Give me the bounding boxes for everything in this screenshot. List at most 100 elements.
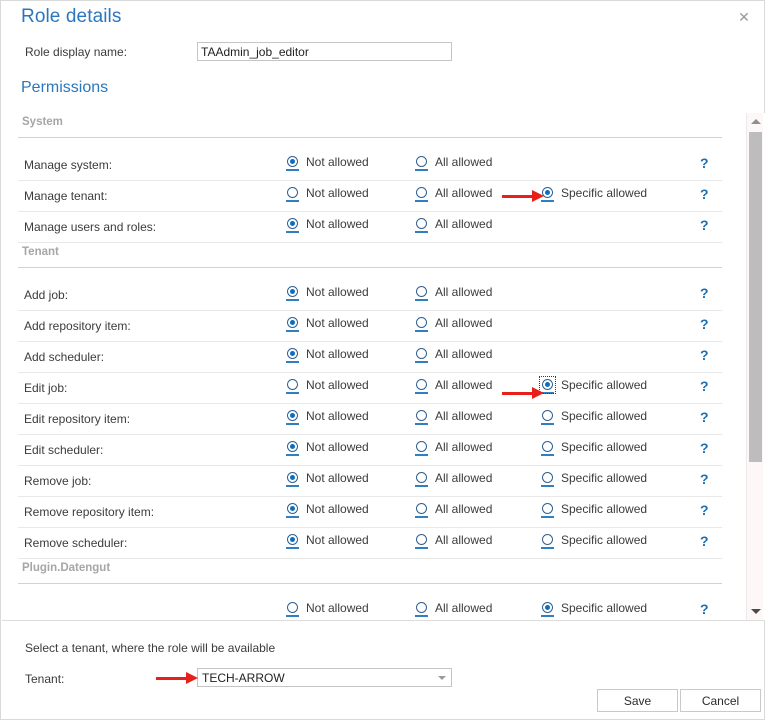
close-icon[interactable]: ✕ (722, 1, 765, 33)
permissions-scrollbar[interactable] (746, 113, 763, 620)
option-specific-allowed-radio[interactable] (541, 441, 555, 457)
option-not-allowed-radio[interactable] (286, 218, 300, 234)
option-specific-allowed[interactable]: Specific allowed (541, 503, 647, 521)
option-specific-allowed[interactable]: Specific allowed (541, 602, 647, 620)
permission-row-label: Remove job: (24, 474, 91, 488)
option-all-allowed-radio[interactable] (415, 472, 429, 488)
option-all-allowed[interactable]: All allowed (415, 602, 492, 620)
option-specific-allowed[interactable]: Specific allowed (541, 534, 647, 552)
tenant-select[interactable]: TECH-ARROW (197, 668, 452, 687)
option-not-allowed-label: Not allowed (306, 218, 369, 231)
option-not-allowed-label: Not allowed (306, 317, 369, 330)
option-all-allowed[interactable]: All allowed (415, 348, 492, 366)
option-not-allowed[interactable]: Not allowed (286, 534, 369, 552)
help-icon[interactable]: ? (700, 217, 709, 233)
permissions-scroll-region: SystemManage system:Not allowedAll allow… (2, 113, 765, 620)
permission-row-label: Edit job: (24, 381, 67, 395)
option-all-allowed[interactable]: All allowed (415, 534, 492, 552)
permission-row-label: Manage users and roles: (24, 220, 156, 234)
scrollbar-thumb[interactable] (749, 132, 762, 462)
option-specific-allowed[interactable]: Specific allowed (541, 441, 647, 459)
option-specific-allowed-radio[interactable] (541, 534, 555, 550)
option-not-allowed[interactable]: Not allowed (286, 441, 369, 459)
option-not-allowed[interactable]: Not allowed (286, 379, 369, 397)
option-all-allowed-radio[interactable] (415, 441, 429, 457)
help-icon[interactable]: ? (700, 409, 709, 425)
option-all-allowed[interactable]: All allowed (415, 379, 492, 397)
option-specific-allowed[interactable]: Specific allowed (541, 410, 647, 428)
option-not-allowed[interactable]: Not allowed (286, 156, 369, 174)
option-specific-allowed-label: Specific allowed (561, 410, 647, 423)
option-all-allowed-radio[interactable] (415, 534, 429, 550)
option-specific-allowed-radio[interactable] (541, 187, 555, 203)
help-icon[interactable]: ? (700, 378, 709, 394)
option-not-allowed-radio[interactable] (286, 410, 300, 426)
option-all-allowed[interactable]: All allowed (415, 156, 492, 174)
option-all-allowed-radio[interactable] (415, 156, 429, 172)
option-not-allowed[interactable]: Not allowed (286, 503, 369, 521)
option-not-allowed-radio[interactable] (286, 441, 300, 457)
option-not-allowed[interactable]: Not allowed (286, 218, 369, 236)
scroll-up-arrow-icon[interactable] (747, 113, 764, 130)
option-not-allowed-radio[interactable] (286, 317, 300, 333)
cancel-button[interactable]: Cancel (680, 689, 761, 712)
option-not-allowed[interactable]: Not allowed (286, 348, 369, 366)
scroll-down-arrow-icon[interactable] (747, 603, 764, 620)
option-specific-allowed[interactable]: Specific allowed (541, 379, 647, 397)
option-all-allowed[interactable]: All allowed (415, 472, 492, 490)
option-all-allowed-radio[interactable] (415, 348, 429, 364)
option-not-allowed-radio[interactable] (286, 503, 300, 519)
option-not-allowed[interactable]: Not allowed (286, 410, 369, 428)
option-all-allowed[interactable]: All allowed (415, 410, 492, 428)
option-not-allowed-radio[interactable] (286, 379, 300, 395)
option-not-allowed-radio[interactable] (286, 602, 300, 618)
help-icon[interactable]: ? (700, 502, 709, 518)
section-header-label: Plugin.Datengut (22, 562, 110, 574)
option-all-allowed[interactable]: All allowed (415, 218, 492, 236)
option-all-allowed-label: All allowed (435, 317, 492, 330)
option-all-allowed[interactable]: All allowed (415, 187, 492, 205)
option-all-allowed[interactable]: All allowed (415, 441, 492, 459)
help-icon[interactable]: ? (700, 440, 709, 456)
option-all-allowed-label: All allowed (435, 348, 492, 361)
option-not-allowed-radio[interactable] (286, 472, 300, 488)
help-icon[interactable]: ? (700, 186, 709, 202)
option-specific-allowed[interactable]: Specific allowed (541, 472, 647, 490)
option-not-allowed[interactable]: Not allowed (286, 472, 369, 490)
option-all-allowed-radio[interactable] (415, 286, 429, 302)
option-all-allowed-radio[interactable] (415, 602, 429, 618)
option-all-allowed-radio[interactable] (415, 503, 429, 519)
option-specific-allowed[interactable]: Specific allowed (541, 187, 647, 205)
help-icon[interactable]: ? (700, 471, 709, 487)
option-not-allowed-radio[interactable] (286, 348, 300, 364)
option-specific-allowed-radio[interactable] (541, 472, 555, 488)
option-not-allowed-radio[interactable] (286, 187, 300, 203)
role-display-name-input[interactable] (197, 42, 452, 61)
save-button[interactable]: Save (597, 689, 678, 712)
option-specific-allowed-radio[interactable] (541, 602, 555, 618)
option-specific-allowed-radio[interactable] (541, 379, 555, 395)
help-icon[interactable]: ? (700, 533, 709, 549)
help-icon[interactable]: ? (700, 155, 709, 171)
option-not-allowed[interactable]: Not allowed (286, 602, 369, 620)
option-not-allowed[interactable]: Not allowed (286, 317, 369, 335)
option-all-allowed-radio[interactable] (415, 218, 429, 234)
option-all-allowed-radio[interactable] (415, 187, 429, 203)
option-not-allowed[interactable]: Not allowed (286, 286, 369, 304)
help-icon[interactable]: ? (700, 285, 709, 301)
help-icon[interactable]: ? (700, 601, 709, 617)
option-all-allowed[interactable]: All allowed (415, 503, 492, 521)
option-all-allowed[interactable]: All allowed (415, 286, 492, 304)
option-all-allowed-radio[interactable] (415, 410, 429, 426)
option-all-allowed[interactable]: All allowed (415, 317, 492, 335)
help-icon[interactable]: ? (700, 316, 709, 332)
option-all-allowed-radio[interactable] (415, 317, 429, 333)
option-not-allowed-radio[interactable] (286, 156, 300, 172)
option-specific-allowed-radio[interactable] (541, 503, 555, 519)
help-icon[interactable]: ? (700, 347, 709, 363)
option-specific-allowed-radio[interactable] (541, 410, 555, 426)
option-not-allowed[interactable]: Not allowed (286, 187, 369, 205)
option-not-allowed-radio[interactable] (286, 534, 300, 550)
option-not-allowed-radio[interactable] (286, 286, 300, 302)
option-all-allowed-radio[interactable] (415, 379, 429, 395)
